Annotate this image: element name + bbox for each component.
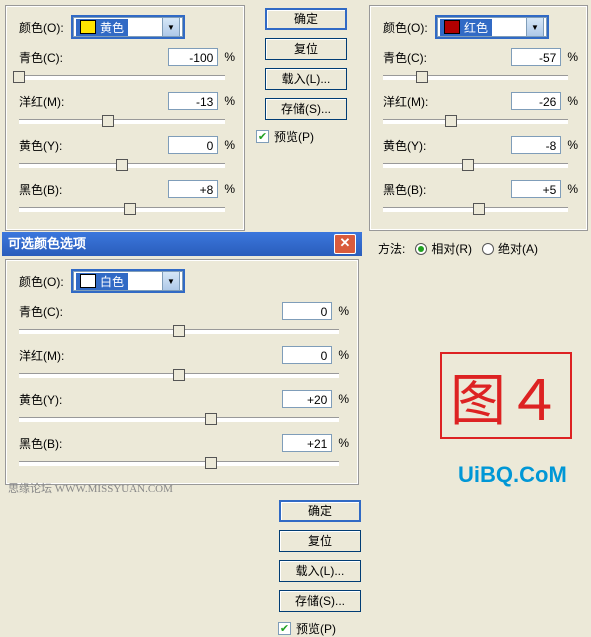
percent: % bbox=[224, 138, 235, 152]
color-dropdown[interactable]: 红色 ▼ bbox=[437, 17, 547, 37]
magenta-label: 洋红(M): bbox=[383, 93, 441, 110]
save-button[interactable]: 存储(S)... bbox=[279, 590, 361, 612]
magenta-slider[interactable] bbox=[19, 113, 225, 127]
yellow-slider[interactable] bbox=[19, 411, 339, 425]
percent: % bbox=[338, 392, 349, 406]
black-value[interactable]: +21 bbox=[282, 434, 332, 452]
percent: % bbox=[224, 182, 235, 196]
percent: % bbox=[338, 436, 349, 450]
swatch-icon bbox=[80, 20, 96, 34]
color-label: 颜色(O): bbox=[19, 19, 73, 36]
magenta-value[interactable]: -13 bbox=[168, 92, 218, 110]
yellow-value[interactable]: -8 bbox=[511, 136, 561, 154]
swatch-icon bbox=[80, 274, 96, 288]
percent: % bbox=[567, 50, 578, 64]
radio-absolute[interactable] bbox=[482, 243, 494, 255]
cyan-value[interactable]: 0 bbox=[282, 302, 332, 320]
yellow-slider[interactable] bbox=[383, 157, 568, 171]
button-column: 确定 复位 载入(L)... 存储(S)... ✔ 预览(P) bbox=[252, 8, 360, 145]
figure-label: 图４ bbox=[440, 352, 572, 439]
cyan-label: 青色(C): bbox=[19, 303, 77, 320]
panel-yellow: 颜色(O): 黄色 ▼ 青色(C): -100 % 洋红(M): -13 % 黄… bbox=[2, 2, 248, 230]
yellow-slider[interactable] bbox=[19, 157, 225, 171]
relative-label: 相对(R) bbox=[431, 240, 472, 257]
percent: % bbox=[567, 138, 578, 152]
black-value[interactable]: +5 bbox=[511, 180, 561, 198]
preview-label: 预览(P) bbox=[274, 128, 314, 145]
color-label: 颜色(O): bbox=[19, 273, 73, 290]
magenta-label: 洋红(M): bbox=[19, 347, 77, 364]
dialog-title: 可选颜色选项 bbox=[8, 232, 86, 256]
percent: % bbox=[567, 182, 578, 196]
brand-text: UiBQ.CoM bbox=[458, 462, 567, 488]
cyan-label: 青色(C): bbox=[383, 49, 441, 66]
cyan-slider[interactable] bbox=[19, 323, 339, 337]
percent: % bbox=[338, 304, 349, 318]
black-slider[interactable] bbox=[19, 455, 339, 469]
cyan-slider[interactable] bbox=[383, 69, 568, 83]
button-column: 确定 复位 载入(L)... 存储(S)... ✔ 预览(P) bbox=[274, 500, 366, 637]
cyan-value[interactable]: -100 bbox=[168, 48, 218, 66]
black-label: 黑色(B): bbox=[19, 181, 77, 198]
magenta-value[interactable]: 0 bbox=[282, 346, 332, 364]
magenta-slider[interactable] bbox=[383, 113, 568, 127]
yellow-value[interactable]: 0 bbox=[168, 136, 218, 154]
cyan-label: 青色(C): bbox=[19, 49, 77, 66]
save-button[interactable]: 存储(S)... bbox=[265, 98, 347, 120]
black-slider[interactable] bbox=[19, 201, 225, 215]
color-name: 红色 bbox=[464, 19, 488, 36]
absolute-label: 绝对(A) bbox=[498, 240, 538, 257]
reset-button[interactable]: 复位 bbox=[279, 530, 361, 552]
percent: % bbox=[567, 94, 578, 108]
reset-button[interactable]: 复位 bbox=[265, 38, 347, 60]
percent: % bbox=[338, 348, 349, 362]
magenta-slider[interactable] bbox=[19, 367, 339, 381]
preview-checkbox[interactable]: ✔ bbox=[278, 622, 291, 635]
magenta-value[interactable]: -26 bbox=[511, 92, 561, 110]
yellow-label: 黄色(Y): bbox=[19, 137, 77, 154]
black-label: 黑色(B): bbox=[383, 181, 441, 198]
preview-label: 预览(P) bbox=[296, 620, 336, 637]
yellow-label: 黄色(Y): bbox=[19, 391, 77, 408]
color-name: 白色 bbox=[100, 273, 124, 290]
cyan-value[interactable]: -57 bbox=[511, 48, 561, 66]
magenta-label: 洋红(M): bbox=[19, 93, 77, 110]
percent: % bbox=[224, 94, 235, 108]
close-icon[interactable]: ✕ bbox=[334, 234, 356, 254]
preview-checkbox[interactable]: ✔ bbox=[256, 130, 269, 143]
cyan-slider[interactable] bbox=[19, 69, 225, 83]
swatch-icon bbox=[444, 20, 460, 34]
chevron-down-icon[interactable]: ▼ bbox=[162, 17, 180, 37]
chevron-down-icon[interactable]: ▼ bbox=[526, 17, 544, 37]
yellow-value[interactable]: +20 bbox=[282, 390, 332, 408]
ok-button[interactable]: 确定 bbox=[265, 8, 347, 30]
color-label: 颜色(O): bbox=[383, 19, 437, 36]
load-button[interactable]: 载入(L)... bbox=[279, 560, 361, 582]
chevron-down-icon[interactable]: ▼ bbox=[162, 271, 180, 291]
footer-text: 思缘论坛 WWW.MISSYUAN.COM bbox=[8, 480, 173, 496]
yellow-label: 黄色(Y): bbox=[383, 137, 441, 154]
color-dropdown[interactable]: 黄色 ▼ bbox=[73, 17, 183, 37]
panel-red: 颜色(O): 红色 ▼ 青色(C): -57 % 洋红(M): -26 % 黄色… bbox=[366, 2, 591, 260]
black-value[interactable]: +8 bbox=[168, 180, 218, 198]
titlebar[interactable]: 可选颜色选项 ✕ bbox=[2, 232, 362, 256]
black-label: 黑色(B): bbox=[19, 435, 77, 452]
color-name: 黄色 bbox=[100, 19, 124, 36]
color-dropdown[interactable]: 白色 ▼ bbox=[73, 271, 183, 291]
radio-relative[interactable] bbox=[415, 243, 427, 255]
method-label: 方法: bbox=[378, 240, 405, 257]
load-button[interactable]: 载入(L)... bbox=[265, 68, 347, 90]
panel-white-dialog: 可选颜色选项 ✕ 颜色(O): 白色 ▼ 青色(C): 0 % 洋红(M): 0… bbox=[2, 232, 362, 498]
percent: % bbox=[224, 50, 235, 64]
ok-button[interactable]: 确定 bbox=[279, 500, 361, 522]
black-slider[interactable] bbox=[383, 201, 568, 215]
